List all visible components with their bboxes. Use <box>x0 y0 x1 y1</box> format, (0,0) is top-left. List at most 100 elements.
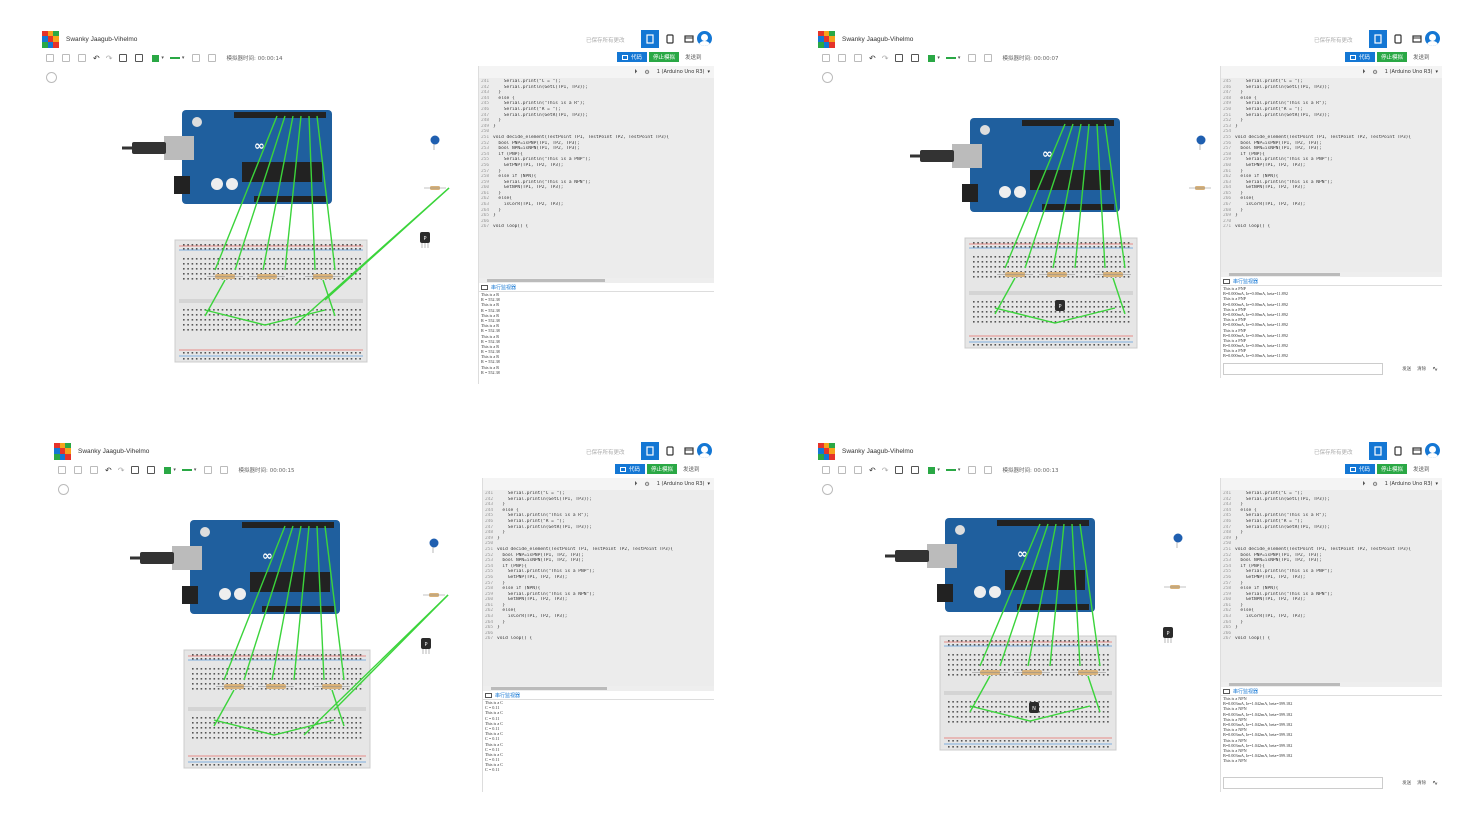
serial-clear-button[interactable]: 清除 <box>1417 366 1426 372</box>
rotate-icon[interactable] <box>968 54 977 62</box>
transistor[interactable]: P <box>421 638 431 654</box>
note-icon[interactable] <box>895 466 904 474</box>
paste-icon[interactable] <box>62 54 70 62</box>
paste-icon[interactable] <box>74 466 82 474</box>
capacitor[interactable] <box>430 135 440 151</box>
delete-icon[interactable] <box>854 54 862 62</box>
style-dropdown-icon[interactable]: ▾ <box>958 55 961 61</box>
project-title[interactable]: Swanky Jaagub-Vihelmo <box>66 36 137 43</box>
upload-icon[interactable]: ⏵ <box>634 68 637 76</box>
horizontal-scrollbar[interactable] <box>483 686 714 691</box>
usb-cable[interactable] <box>122 142 166 154</box>
code-editor[interactable]: 245 Serial.print("C = "); 246 Serial.prin… <box>1221 78 1442 272</box>
breadboard[interactable] <box>939 635 1117 751</box>
send-to-button[interactable]: 发送到 <box>685 52 702 62</box>
style-dropdown-icon[interactable]: ▾ <box>182 55 185 61</box>
breadboard-transistor[interactable]: P <box>1055 300 1065 311</box>
redo-icon[interactable]: ↷ <box>882 466 889 475</box>
circuit-view-icon[interactable] <box>641 30 659 48</box>
circuit-view-icon[interactable] <box>641 442 659 460</box>
zoom-fit-icon[interactable] <box>822 72 833 83</box>
wire-style-icon[interactable] <box>945 57 956 59</box>
delete-icon[interactable] <box>854 466 862 474</box>
graph-icon[interactable]: ∿ <box>1432 365 1438 373</box>
flip-icon[interactable] <box>984 466 993 474</box>
redo-icon[interactable]: ↷ <box>882 54 889 63</box>
note-icon[interactable] <box>131 466 140 474</box>
breadboard-transistor[interactable]: N <box>1029 702 1039 713</box>
capacitor[interactable] <box>1196 135 1206 151</box>
color-dropdown-icon[interactable]: ▾ <box>937 467 940 473</box>
delete-icon[interactable] <box>78 54 86 62</box>
component-list-icon[interactable] <box>680 30 698 48</box>
schematic-view-icon[interactable] <box>1389 442 1407 460</box>
upload-icon[interactable]: ⏵ <box>634 480 637 488</box>
usb-cable[interactable] <box>130 552 174 564</box>
component-list-icon[interactable] <box>1408 442 1426 460</box>
serial-clear-button[interactable]: 清除 <box>1417 780 1426 786</box>
test-resistor[interactable] <box>1189 186 1211 190</box>
arduino-uno-board[interactable]: ∞ <box>927 518 1095 612</box>
paste-icon[interactable] <box>838 54 846 62</box>
debug-icon[interactable]: ⚙ <box>1372 69 1377 76</box>
stop-simulation-button[interactable]: 停止模拟 <box>1377 464 1407 474</box>
serial-monitor-header[interactable]: 串行监视器 <box>1221 687 1442 696</box>
color-dropdown-icon[interactable]: ▾ <box>173 467 176 473</box>
flip-icon[interactable] <box>220 466 229 474</box>
project-title[interactable]: Swanky Jaagub-Vihelmo <box>842 448 913 455</box>
circuit-view-icon[interactable] <box>1369 30 1387 48</box>
wire-color-icon[interactable] <box>928 54 936 62</box>
copy-icon[interactable] <box>822 466 830 474</box>
horizontal-scrollbar[interactable] <box>479 278 714 283</box>
undo-icon[interactable]: ↶ <box>869 54 876 63</box>
color-dropdown-icon[interactable]: ▾ <box>161 55 164 61</box>
inspect-icon[interactable] <box>147 466 156 474</box>
code-editor[interactable]: 241 Serial.print("C = "); 242 Serial.prin… <box>1221 490 1442 682</box>
code-button[interactable]: 代码 <box>617 52 647 62</box>
stop-simulation-button[interactable]: 停止模拟 <box>649 52 679 62</box>
note-icon[interactable] <box>119 54 128 62</box>
copy-icon[interactable] <box>58 466 66 474</box>
capacitor[interactable] <box>429 538 439 554</box>
transistor[interactable]: P <box>420 232 430 248</box>
serial-send-button[interactable]: 发送 <box>1402 366 1411 372</box>
delete-icon[interactable] <box>90 466 98 474</box>
wire-style-icon[interactable] <box>945 469 956 471</box>
inspect-icon[interactable] <box>135 54 144 62</box>
style-dropdown-icon[interactable]: ▾ <box>194 467 197 473</box>
wire-color-icon[interactable] <box>152 54 160 62</box>
serial-send-button[interactable]: 发送 <box>1402 780 1411 786</box>
user-avatar[interactable] <box>697 31 712 46</box>
usb-cable[interactable] <box>910 150 954 162</box>
rotate-icon[interactable] <box>204 466 213 474</box>
circuit-canvas[interactable]: ∞ P N <box>818 478 1220 792</box>
zoom-fit-icon[interactable] <box>46 72 57 83</box>
redo-icon[interactable]: ↷ <box>118 466 125 475</box>
serial-monitor-header[interactable]: 串行监视器 <box>1221 277 1442 286</box>
wire-style-icon[interactable] <box>169 57 180 59</box>
style-dropdown-icon[interactable]: ▾ <box>958 467 961 473</box>
wire-style-icon[interactable] <box>181 469 192 471</box>
copy-icon[interactable] <box>822 54 830 62</box>
device-select[interactable]: 1 (Arduino Uno R3) ▾ <box>657 69 710 75</box>
stop-simulation-button[interactable]: 停止模拟 <box>1377 52 1407 62</box>
undo-icon[interactable]: ↶ <box>93 54 100 63</box>
code-editor[interactable]: 241 Serial.print("C = "); 242 Serial.prin… <box>483 490 714 686</box>
project-title[interactable]: Swanky Jaagub-Vihelmo <box>78 448 149 455</box>
user-avatar[interactable] <box>697 443 712 458</box>
user-avatar[interactable] <box>1425 31 1440 46</box>
test-resistor[interactable] <box>1164 585 1186 589</box>
rotate-icon[interactable] <box>968 466 977 474</box>
usb-cable[interactable] <box>885 550 929 562</box>
tinkercad-logo[interactable] <box>818 30 835 48</box>
inspect-icon[interactable] <box>911 466 920 474</box>
tinkercad-logo[interactable] <box>818 442 835 460</box>
wire-color-icon[interactable] <box>928 466 936 474</box>
code-editor[interactable]: 241 Serial.print("C = "); 242 Serial.prin… <box>479 78 714 278</box>
debug-icon[interactable]: ⚙ <box>644 481 649 488</box>
graph-icon[interactable]: ∿ <box>1432 779 1438 787</box>
flip-icon[interactable] <box>208 54 217 62</box>
component-list-icon[interactable] <box>1408 30 1426 48</box>
circuit-canvas[interactable]: ∞ P <box>818 66 1220 378</box>
device-select[interactable]: 1 (Arduino Uno R3) ▾ <box>1385 69 1438 75</box>
